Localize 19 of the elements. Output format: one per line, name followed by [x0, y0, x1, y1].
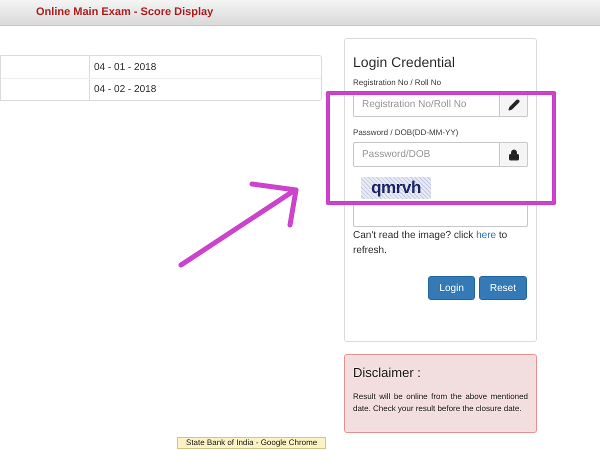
pencil-icon	[508, 98, 520, 110]
text-field[interactable]: Password/DOB	[353, 142, 500, 167]
panel-title: Login Credential	[353, 53, 456, 72]
refresh-hint: Can't read the image? click here to refresh.	[353, 229, 508, 258]
field-label: Registration No / Roll No	[353, 77, 442, 89]
table-cell-text: 04 - 02 - 2018	[93, 83, 158, 97]
field-label: Password / DOB(DD-MM-YY)	[353, 127, 460, 139]
page-title: Online Main Exam - Score Display	[36, 5, 214, 20]
reset-button[interactable]: Reset	[478, 276, 527, 300]
disclaimer-title: Disclaimer :	[353, 364, 422, 382]
table-cell-text: 04 - 01 - 2018	[93, 60, 158, 74]
captcha-image: qmrvh	[361, 177, 431, 199]
login-button[interactable]: Login	[428, 276, 475, 300]
captcha-field[interactable]	[353, 202, 528, 227]
refresh-link[interactable]: here	[476, 230, 496, 241]
lock-icon	[508, 148, 520, 160]
text-field[interactable]: Registration No/Roll No	[353, 92, 500, 117]
tooltip: State Bank of India - Google Chrome	[177, 437, 326, 449]
disclaimer-text: Result will be online from the above mentioned date. Check your result before the closure date.	[353, 390, 528, 414]
